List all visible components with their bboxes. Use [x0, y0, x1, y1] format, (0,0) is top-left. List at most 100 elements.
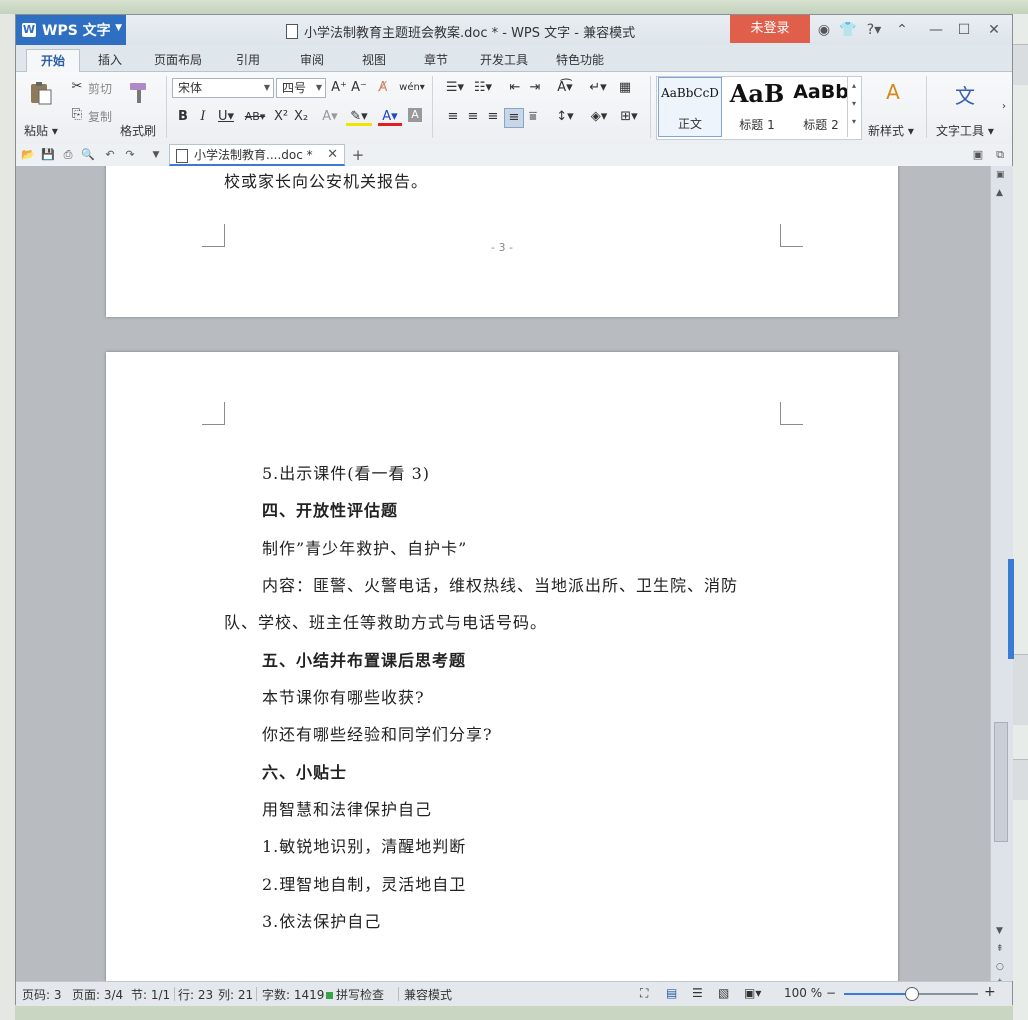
- ruler-toggle-icon[interactable]: ▣: [996, 170, 1005, 180]
- text-tools-icon[interactable]: 文: [952, 80, 978, 108]
- zoom-out-icon[interactable]: −: [826, 986, 836, 1000]
- tab-references[interactable]: 引用: [228, 49, 268, 71]
- browse-object-icon[interactable]: ○: [996, 962, 1004, 972]
- print-icon[interactable]: ⎙: [60, 147, 76, 163]
- prev-page-icon[interactable]: ⇞: [996, 944, 1004, 954]
- styles-scroll[interactable]: ▴ ▾ ▾: [847, 77, 860, 137]
- justify-icon[interactable]: ≡: [504, 108, 524, 128]
- chinese-layout-icon[interactable]: A͡▾: [552, 79, 578, 97]
- highlight-icon[interactable]: ✎▾: [346, 108, 372, 126]
- text-tools-button[interactable]: 文字工具 ▾: [936, 122, 994, 139]
- document-tab[interactable]: 小学法制教育....doc * ✕: [169, 144, 345, 166]
- borders-icon[interactable]: ⊞▾: [616, 108, 642, 126]
- copy-icon[interactable]: ⎘: [68, 106, 86, 124]
- grow-font-icon[interactable]: A⁺: [330, 79, 348, 97]
- spell-check-button[interactable]: 拼写检查: [326, 986, 384, 1003]
- customize-toolbar-icon[interactable]: ▼: [148, 147, 164, 163]
- app-menu-button[interactable]: W WPS 文字 ▼: [16, 15, 126, 45]
- shrink-font-icon[interactable]: A⁻: [350, 79, 368, 97]
- bullet-list-icon[interactable]: ☰▾: [442, 79, 468, 97]
- show-marks-icon[interactable]: ↵▾: [586, 79, 610, 97]
- zoom-slider-knob[interactable]: [905, 987, 919, 1001]
- style-normal[interactable]: AaBbCcD 正文: [658, 77, 722, 137]
- status-word-count[interactable]: 字数: 1419: [262, 986, 324, 1003]
- tab-home[interactable]: 开始: [26, 49, 80, 72]
- font-size-select[interactable]: 四号 ▼: [276, 78, 326, 98]
- chevron-down-icon: ▼: [115, 23, 122, 33]
- tab-developer[interactable]: 开发工具: [474, 49, 534, 71]
- phonetic-guide-icon[interactable]: wén▾: [398, 79, 426, 97]
- zoom-level[interactable]: 100 %: [784, 986, 822, 1000]
- format-painter-icon[interactable]: [126, 80, 152, 106]
- copy-button[interactable]: 复制: [88, 108, 112, 125]
- align-right-icon[interactable]: ≡: [484, 108, 502, 126]
- shading-icon[interactable]: ◈▾: [586, 108, 612, 126]
- tab-chapter[interactable]: 章节: [416, 49, 456, 71]
- reading-view-icon[interactable]: ▣▾: [744, 986, 761, 1000]
- paste-button[interactable]: 粘贴 ▾: [24, 122, 58, 139]
- subscript-icon[interactable]: X₂: [292, 108, 310, 126]
- outline-view-icon[interactable]: ☰: [692, 986, 703, 1000]
- save-icon[interactable]: 💾: [40, 147, 56, 163]
- tab-page-layout[interactable]: 页面布局: [148, 49, 208, 71]
- strikethrough-icon[interactable]: AB▾: [242, 108, 268, 126]
- web-view-icon[interactable]: ▧: [718, 986, 729, 1000]
- print-preview-icon[interactable]: 🔍: [80, 147, 96, 163]
- tab-review[interactable]: 审阅: [292, 49, 332, 71]
- page-view-icon[interactable]: ▤: [666, 986, 677, 1000]
- undo-icon[interactable]: ↶: [102, 147, 118, 163]
- text-effect-icon[interactable]: A▾: [318, 108, 342, 126]
- skin-icon[interactable]: 👕: [838, 21, 858, 39]
- char-shading-icon[interactable]: A: [408, 108, 422, 122]
- new-style-icon[interactable]: A: [880, 80, 906, 106]
- format-painter-button[interactable]: 格式刷: [120, 122, 156, 139]
- underline-icon[interactable]: U▾: [214, 108, 238, 126]
- align-center-icon[interactable]: ≡: [464, 108, 482, 126]
- paste-icon[interactable]: [28, 80, 54, 106]
- help-icon[interactable]: ?▾: [862, 21, 886, 39]
- distributed-align-icon[interactable]: ⩸: [524, 108, 542, 126]
- decrease-indent-icon[interactable]: ⇤: [506, 79, 524, 97]
- increase-indent-icon[interactable]: ⇥: [526, 79, 544, 97]
- login-button[interactable]: 未登录: [730, 15, 810, 43]
- minimize-button[interactable]: —: [926, 21, 946, 39]
- new-tab-icon[interactable]: +: [350, 147, 366, 163]
- collapse-ribbon-icon[interactable]: ⌃: [892, 21, 912, 39]
- scissors-icon[interactable]: ✂: [68, 78, 86, 96]
- zoom-in-icon[interactable]: +: [984, 984, 996, 1000]
- cloud-icon[interactable]: ◉: [814, 21, 834, 39]
- tab-insert[interactable]: 插入: [90, 49, 130, 71]
- font-name-select[interactable]: 宋体 ▼: [172, 78, 274, 98]
- superscript-icon[interactable]: X²: [272, 108, 290, 126]
- doc-list-icon[interactable]: ▣: [970, 147, 986, 163]
- open-folder-icon[interactable]: 📂: [20, 147, 36, 163]
- ribbon-scroll-right-icon[interactable]: ›: [998, 98, 1010, 116]
- maximize-button[interactable]: ☐: [954, 21, 974, 39]
- italic-icon[interactable]: I: [194, 108, 212, 126]
- tab-view[interactable]: 视图: [354, 49, 394, 71]
- scroll-up-icon[interactable]: ▲: [996, 188, 1003, 198]
- scroll-down-icon[interactable]: ▼: [996, 926, 1003, 936]
- font-color-icon[interactable]: A▾: [378, 108, 402, 126]
- clear-format-icon[interactable]: A̸: [374, 79, 392, 97]
- close-tab-icon[interactable]: ✕: [327, 145, 338, 165]
- numbered-list-icon[interactable]: ☷▾: [470, 79, 496, 97]
- scrollbar-thumb[interactable]: [994, 722, 1008, 842]
- task-pane-toggle[interactable]: [1008, 559, 1014, 659]
- document-workspace[interactable]: 校或家长向公安机关报告。 - 3 - 5.出示课件(看一看 3) 四、开放性评估题…: [16, 166, 990, 981]
- align-left-icon[interactable]: ≡: [444, 108, 462, 126]
- quick-access-bar: 📂 💾 ⎙ 🔍 ↶ ↷ ▼ 小学法制教育....doc * ✕ + ▣ ⧉: [16, 144, 1012, 167]
- bold-icon[interactable]: B: [174, 108, 192, 126]
- cut-button[interactable]: 剪切: [88, 80, 112, 97]
- tab-special-features[interactable]: 特色功能: [550, 49, 610, 71]
- window-mode-icon[interactable]: ⧉: [992, 147, 1008, 163]
- line-spacing-icon[interactable]: ↕▾: [552, 108, 578, 126]
- fullscreen-icon[interactable]: ⛶: [640, 986, 648, 1001]
- style-heading-1[interactable]: AaB 标题 1: [725, 77, 789, 137]
- new-style-button[interactable]: 新样式 ▾: [868, 122, 914, 139]
- redo-icon[interactable]: ↷: [122, 147, 138, 163]
- table-icon[interactable]: ▦: [616, 79, 634, 97]
- style-heading-2[interactable]: AaBb 标题 2: [789, 77, 853, 137]
- close-button[interactable]: ✕: [984, 21, 1004, 39]
- wps-logo-icon: W: [22, 23, 36, 37]
